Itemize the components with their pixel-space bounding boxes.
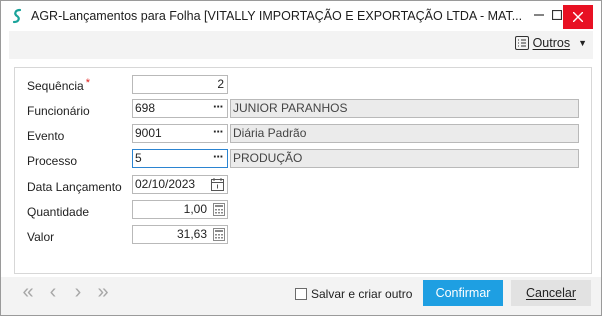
chevron-down-icon: ▼: [578, 38, 587, 48]
list-icon: [514, 36, 529, 50]
valor-input[interactable]: 31,63: [132, 225, 228, 244]
form-panel: Sequência * 2 Funcionário 698 ··· JUNIOR …: [14, 67, 592, 274]
evento-description: Diária Padrão: [230, 124, 579, 143]
save-and-create-checkbox[interactable]: [295, 288, 307, 300]
close-button[interactable]: [563, 5, 593, 29]
evento-input[interactable]: 9001 ···: [132, 124, 228, 143]
quantidade-label: Quantidade: [27, 205, 90, 219]
valor-label: Valor: [27, 230, 55, 244]
app-logo-icon: [12, 8, 22, 24]
outros-label: Outros: [532, 36, 571, 50]
last-record-icon[interactable]: »: [94, 282, 112, 302]
confirm-button[interactable]: Confirmar: [423, 280, 503, 306]
maximize-icon: [551, 9, 563, 21]
title-bar[interactable]: AGR-Lançamentos para Folha [VITALLY IMPO…: [1, 1, 601, 31]
calculator-icon[interactable]: [213, 203, 225, 216]
save-and-create-option[interactable]: Salvar e criar outro: [295, 287, 412, 301]
next-record-icon[interactable]: ›: [69, 282, 87, 302]
first-record-icon[interactable]: «: [19, 282, 37, 302]
funcionario-label: Funcionário: [27, 104, 90, 118]
required-mark: *: [85, 77, 90, 89]
save-and-create-label: Salvar e criar outro: [311, 287, 413, 301]
sequencia-label: Sequência *: [27, 77, 90, 93]
data-lancamento-input[interactable]: 02/10/2023: [132, 175, 228, 194]
funcionario-input[interactable]: 698 ···: [132, 99, 228, 118]
quantidade-input[interactable]: 1,00: [132, 200, 228, 219]
lookup-ellipsis-icon[interactable]: ···: [213, 98, 224, 115]
sequencia-input[interactable]: 2: [132, 75, 228, 94]
processo-description: PRODUÇÃO: [230, 149, 579, 168]
lookup-ellipsis-icon[interactable]: ···: [213, 123, 224, 140]
close-icon: [572, 11, 584, 23]
cancel-button[interactable]: Cancelar: [511, 280, 591, 306]
toolbar: Outros ▼: [9, 31, 593, 59]
footer-bar: « ‹ › » Salvar e criar outro Confirmar C…: [1, 277, 601, 315]
outros-menu-button[interactable]: Outros ▼: [514, 36, 587, 50]
calculator-icon[interactable]: [213, 228, 225, 241]
dialog-window: AGR-Lançamentos para Folha [VITALLY IMPO…: [0, 0, 602, 316]
data-lancamento-label: Data Lançamento: [27, 180, 122, 194]
funcionario-description: JUNIOR PARANHOS: [230, 99, 579, 118]
evento-label: Evento: [27, 129, 65, 143]
processo-label: Processo: [27, 154, 78, 168]
processo-input[interactable]: 5 ···: [132, 149, 228, 168]
window-title: AGR-Lançamentos para Folha [VITALLY IMPO…: [31, 9, 523, 23]
lookup-ellipsis-icon[interactable]: ···: [213, 148, 224, 165]
previous-record-icon[interactable]: ‹: [44, 282, 62, 302]
calendar-icon[interactable]: [211, 178, 224, 191]
